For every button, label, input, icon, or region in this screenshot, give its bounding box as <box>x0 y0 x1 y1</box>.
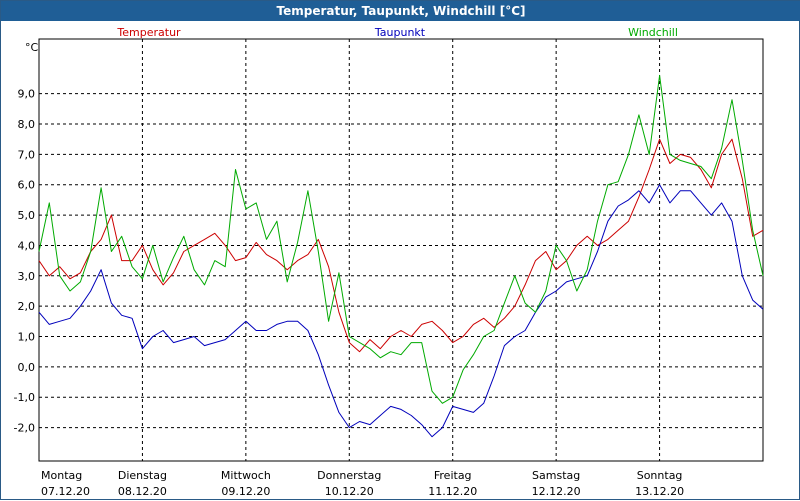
x-tick-day: Freitag <box>434 469 472 482</box>
y-tick-label: 6,0 <box>18 179 36 192</box>
y-tick-label: 5,0 <box>18 209 36 222</box>
y-tick-label: -2,0 <box>14 422 35 435</box>
y-tick-label: 2,0 <box>18 300 36 313</box>
x-axis-ticks: Montag 07.12.20 Dienstag 08.12.20 Mittwoch 09… <box>41 469 684 498</box>
x-tick-day: Dienstag <box>118 469 167 482</box>
legend-temperatur: Temperatur <box>116 26 181 39</box>
x-tick-date: 07.12.20 <box>41 485 90 498</box>
x-tick-day: Donnerstag <box>317 469 381 482</box>
chart-canvas: -2,0 -1,0 0,0 1,0 2,0 3,0 4,0 5,0 6,0 7,0 8,0 9,0 M… <box>14 26 764 498</box>
x-tick-day: Samstag <box>532 469 580 482</box>
y-tick-label: -1,0 <box>14 391 35 404</box>
x-tick-date: 09.12.20 <box>221 485 270 498</box>
y-axis-ticks: -2,0 -1,0 0,0 1,0 2,0 3,0 4,0 5,0 6,0 7,0 8,0 9,0 <box>14 88 35 435</box>
x-tick-date: 08.12.20 <box>118 485 167 498</box>
y-tick-label: 9,0 <box>18 88 36 101</box>
x-tick-day: Mittwoch <box>221 469 271 482</box>
legend-taupunkt: Taupunkt <box>374 26 426 39</box>
y-tick-label: 3,0 <box>18 270 36 283</box>
x-tick-date: 12.12.20 <box>532 485 581 498</box>
y-tick-label: 7,0 <box>18 148 36 161</box>
x-tick-date: 11.12.20 <box>428 485 477 498</box>
x-tick-date: 10.12.20 <box>325 485 374 498</box>
y-axis-unit: °C <box>25 41 39 54</box>
x-tick-day: Montag <box>41 469 82 482</box>
y-tick-label: 8,0 <box>18 118 36 131</box>
x-tick-day: Sonntag <box>637 469 683 482</box>
legend-windchill: Windchill <box>628 26 678 39</box>
y-tick-label: 1,0 <box>18 331 36 344</box>
chart-window: Temperatur, Taupunkt, Windchill [°C] -2,… <box>0 0 800 500</box>
y-tick-label: 4,0 <box>18 239 36 252</box>
x-tick-date: 13.12.20 <box>635 485 684 498</box>
y-tick-label: 0,0 <box>18 361 36 374</box>
